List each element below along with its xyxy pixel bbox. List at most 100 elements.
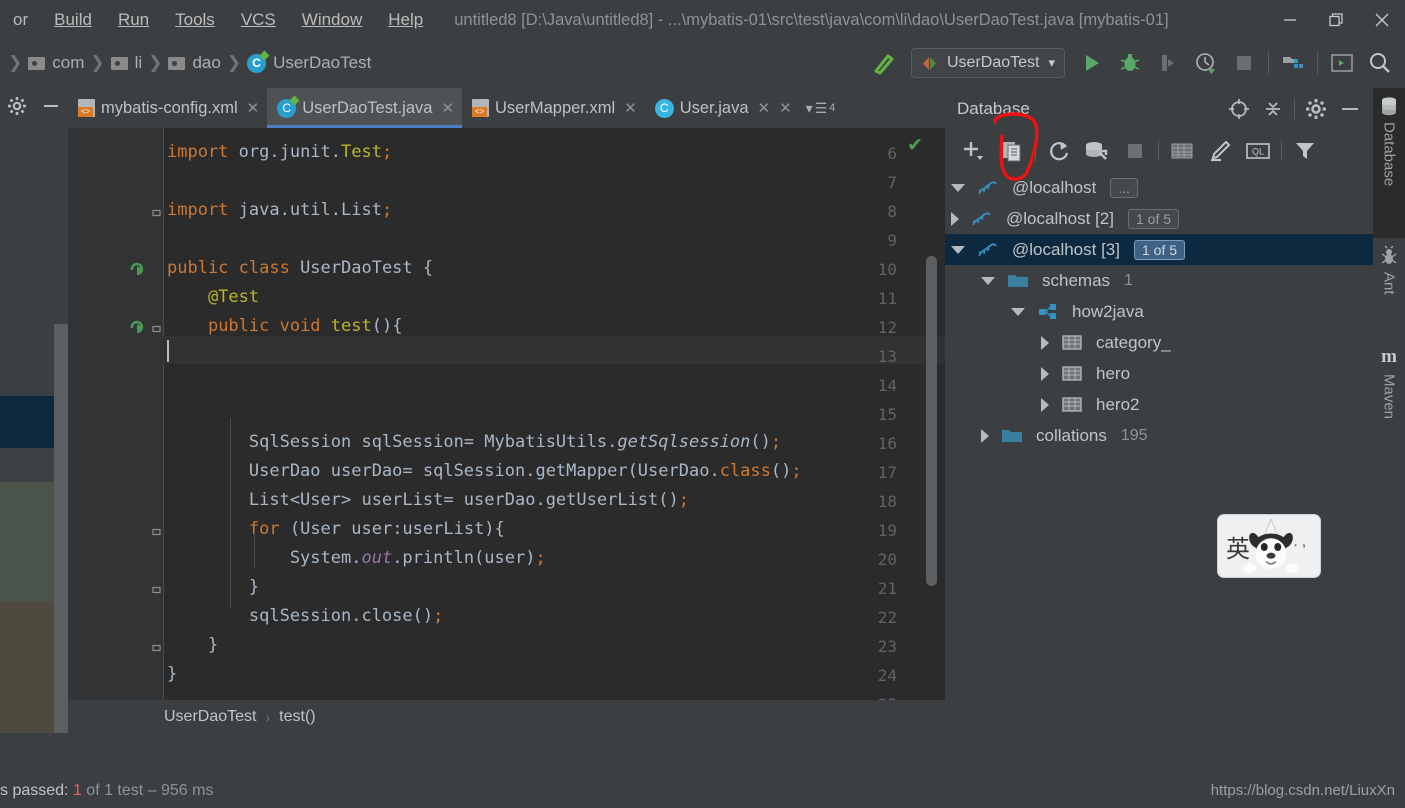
db-tree-item-how2java[interactable]: how2java [945, 296, 1373, 327]
run-configuration-selector[interactable]: UserDaoTest ▾ [910, 48, 1065, 78]
close-icon[interactable]: ✕ [247, 99, 260, 117]
refresh-icon [1050, 142, 1069, 161]
db-tree-item-hero[interactable]: hero [945, 358, 1373, 389]
locate-button[interactable] [1222, 92, 1256, 126]
build-button[interactable] [865, 44, 903, 82]
database-settings-button[interactable] [1299, 92, 1333, 126]
duplicate-button[interactable] [993, 134, 1031, 168]
breadcrumb-item-com[interactable]: com [28, 53, 84, 73]
tab-list-icon: ☰ [814, 99, 828, 116]
editor-breadcrumb-class[interactable]: UserDaoTest [164, 708, 256, 726]
menu-item-vcs[interactable]: VCS [228, 7, 289, 33]
inspection-ok-icon[interactable]: ✔ [907, 134, 923, 157]
code-fold-toggle[interactable] [150, 639, 163, 655]
line-number: 23 [877, 637, 897, 656]
run-gutter-icon[interactable] [129, 261, 145, 281]
query-console-button[interactable]: QL [1239, 134, 1277, 168]
code-text-area[interactable]: import org.junit.Test; import java.util.L… [163, 128, 945, 700]
code-fold-toggle[interactable] [150, 204, 163, 220]
stub-scrollbar[interactable] [54, 324, 68, 784]
search-everywhere-button[interactable] [1361, 44, 1399, 82]
db-tree-item-hero2[interactable]: hero2 [945, 389, 1373, 420]
menu-item-tools[interactable]: Tools [162, 7, 228, 33]
close-button[interactable] [1359, 0, 1405, 40]
run-gutter-icon[interactable] [129, 319, 145, 339]
tab-usermapper-xml[interactable]: UserMapper.xml ✕ [462, 88, 645, 128]
database-tree[interactable]: @localhost... @localhost [2] 1 of 5 @localh… [945, 172, 1373, 733]
minimize-button[interactable] [1267, 0, 1313, 40]
stop-query-button[interactable] [1116, 134, 1154, 168]
tab-label: mybatis-config.xml [101, 98, 238, 117]
run-button[interactable] [1073, 44, 1111, 82]
breadcrumb-item-dao[interactable]: dao [168, 53, 221, 73]
terminal-button[interactable] [1323, 44, 1361, 82]
line-number: 14 [877, 376, 897, 395]
debug-button[interactable] [1111, 44, 1149, 82]
run-with-coverage-button[interactable] [1149, 44, 1187, 82]
hide-database-button[interactable] [1333, 92, 1367, 126]
chevron-right-icon[interactable] [951, 211, 959, 226]
code-line: } [167, 577, 260, 597]
code-fold-toggle[interactable] [150, 523, 163, 539]
main-toolbar: UserDaoTest ▾ [865, 44, 1405, 82]
menu-item-refactor[interactable]: or [0, 7, 41, 33]
tab-overflow-button[interactable]: ▾ ☰ 4 [806, 100, 836, 117]
db-tree-item-schemas[interactable]: schemas 1 [945, 265, 1373, 296]
tab-userdaotest-java[interactable]: C UserDaoTest.java ✕ [267, 88, 463, 128]
chevron-down-icon[interactable] [951, 183, 965, 192]
code-fold-toggle[interactable] [150, 320, 163, 336]
maximize-button[interactable] [1313, 0, 1359, 40]
db-tree-item-category_[interactable]: category_ [945, 327, 1373, 358]
debug-icon [1120, 54, 1140, 71]
tool-button-ant[interactable]: Ant [1373, 238, 1405, 338]
editor-scrollbar[interactable] [926, 256, 937, 586]
editor-breadcrumb-method[interactable]: test() [279, 708, 315, 726]
stop-button[interactable] [1225, 44, 1263, 82]
menu-item-window[interactable]: Window [289, 7, 375, 33]
tool-button-database[interactable]: Database [1373, 88, 1405, 238]
chevron-down-icon[interactable] [951, 245, 965, 254]
close-icon[interactable]: ✕ [758, 99, 771, 117]
tab-mybatis-config-xml[interactable]: mybatis-config.xml ✕ [68, 88, 267, 128]
db-tree-item-collations[interactable]: collations 195 [945, 420, 1373, 451]
db-tree-item-localhost-1[interactable]: @localhost... [945, 172, 1373, 203]
chevron-right-icon[interactable] [1041, 366, 1049, 381]
code-editor[interactable]: import org.junit.Test; import java.util.L… [68, 128, 945, 700]
chevron-down-icon: ▾ [805, 99, 813, 116]
chevron-down-icon[interactable] [981, 276, 995, 285]
collapse-all-button[interactable] [1256, 92, 1290, 126]
breadcrumb-item-li[interactable]: li [110, 53, 142, 73]
refresh-button[interactable] [1040, 134, 1078, 168]
chevron-down-icon[interactable]: ▾ [1048, 55, 1055, 71]
add-datasource-button[interactable] [955, 134, 993, 168]
menu-item-build[interactable]: Build [41, 7, 105, 33]
chevron-right-icon[interactable] [981, 428, 989, 443]
modify-button[interactable] [1201, 134, 1239, 168]
tool-button-maven[interactable]: m Maven [1373, 338, 1405, 448]
menu-bar[interactable]: or Build Run Tools VCS Window Help [0, 7, 436, 33]
close-icon[interactable]: ✕ [624, 99, 637, 117]
db-tree-item-localhost-2[interactable]: @localhost [2] 1 of 5 [945, 203, 1373, 234]
hide-icon[interactable] [41, 96, 61, 121]
tab-user-java[interactable]: C User.java ✕ ✕ [645, 88, 800, 128]
sync-database-button[interactable] [1078, 134, 1116, 168]
filter-button[interactable] [1286, 134, 1324, 168]
folder-icon [168, 56, 186, 70]
code-fold-toggle[interactable] [150, 581, 163, 597]
table-editor-button[interactable] [1163, 134, 1201, 168]
chevron-right-icon[interactable] [1041, 397, 1049, 412]
chevron-down-icon[interactable] [1011, 307, 1025, 316]
close-icon[interactable]: ✕ [441, 99, 454, 117]
chevron-right-icon[interactable] [1041, 335, 1049, 350]
close-icon-secondary[interactable]: ✕ [779, 99, 792, 117]
left-tool-window-stub[interactable] [0, 128, 68, 808]
editor-gutter[interactable] [68, 128, 163, 700]
profiler-button[interactable] [1187, 44, 1225, 82]
settings-gear-icon[interactable] [7, 96, 27, 121]
code-line: SqlSession sqlSession= MybatisUtils.getS… [167, 432, 782, 452]
db-tree-item-localhost-3[interactable]: @localhost [3] 1 of 5 [945, 234, 1373, 265]
breadcrumb-item-userdaotest[interactable]: C UserDaoTest [247, 53, 371, 73]
menu-item-run[interactable]: Run [105, 7, 162, 33]
menu-item-help[interactable]: Help [375, 7, 436, 33]
project-structure-button[interactable] [1274, 44, 1312, 82]
